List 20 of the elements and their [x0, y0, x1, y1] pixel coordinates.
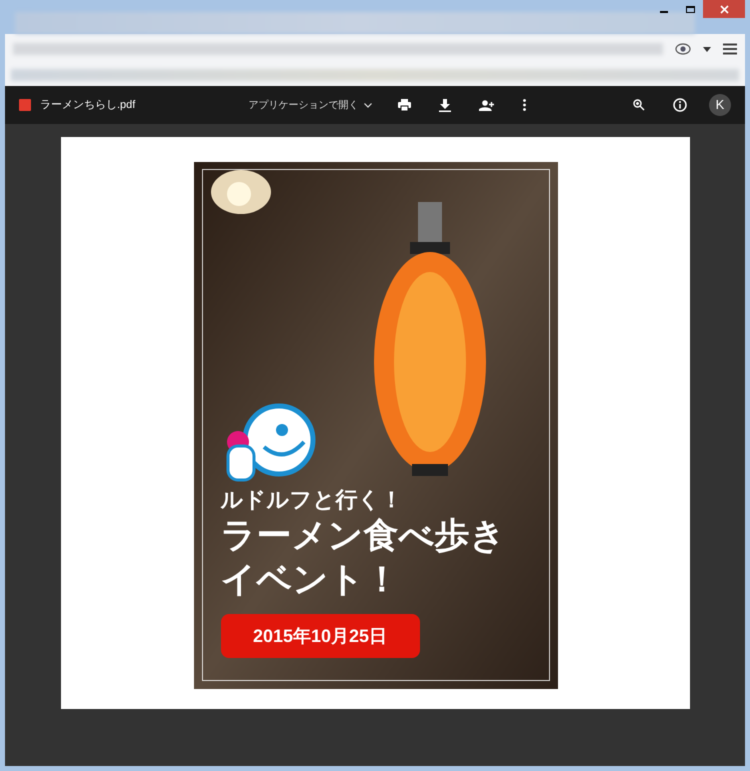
poster-subtitle: ルドルフと行く！: [220, 486, 404, 514]
account-avatar[interactable]: K: [709, 94, 731, 116]
pdf-file-icon: [19, 99, 31, 111]
menu-icon[interactable]: [723, 43, 737, 55]
zoom-in-icon[interactable]: [633, 99, 645, 111]
close-button[interactable]: [703, 0, 745, 18]
poster-title-line: ラーメン食べ歩き: [220, 515, 506, 557]
close-icon: [720, 4, 728, 14]
add-person-icon[interactable]: [479, 100, 496, 110]
download-icon[interactable]: [439, 98, 452, 112]
eye-icon[interactable]: [675, 42, 691, 56]
print-icon[interactable]: [398, 99, 412, 111]
poster-title-line: イベント！: [220, 559, 400, 601]
file-name: ラーメンちらし.pdf: [40, 98, 136, 113]
info-icon[interactable]: [673, 98, 687, 112]
open-with-button[interactable]: アプリケーションで開く: [248, 98, 372, 112]
caret-icon[interactable]: [703, 46, 711, 52]
more-icon[interactable]: [523, 99, 526, 111]
caret-icon: [364, 102, 372, 108]
event-date: 2015年10月25日: [220, 614, 420, 658]
